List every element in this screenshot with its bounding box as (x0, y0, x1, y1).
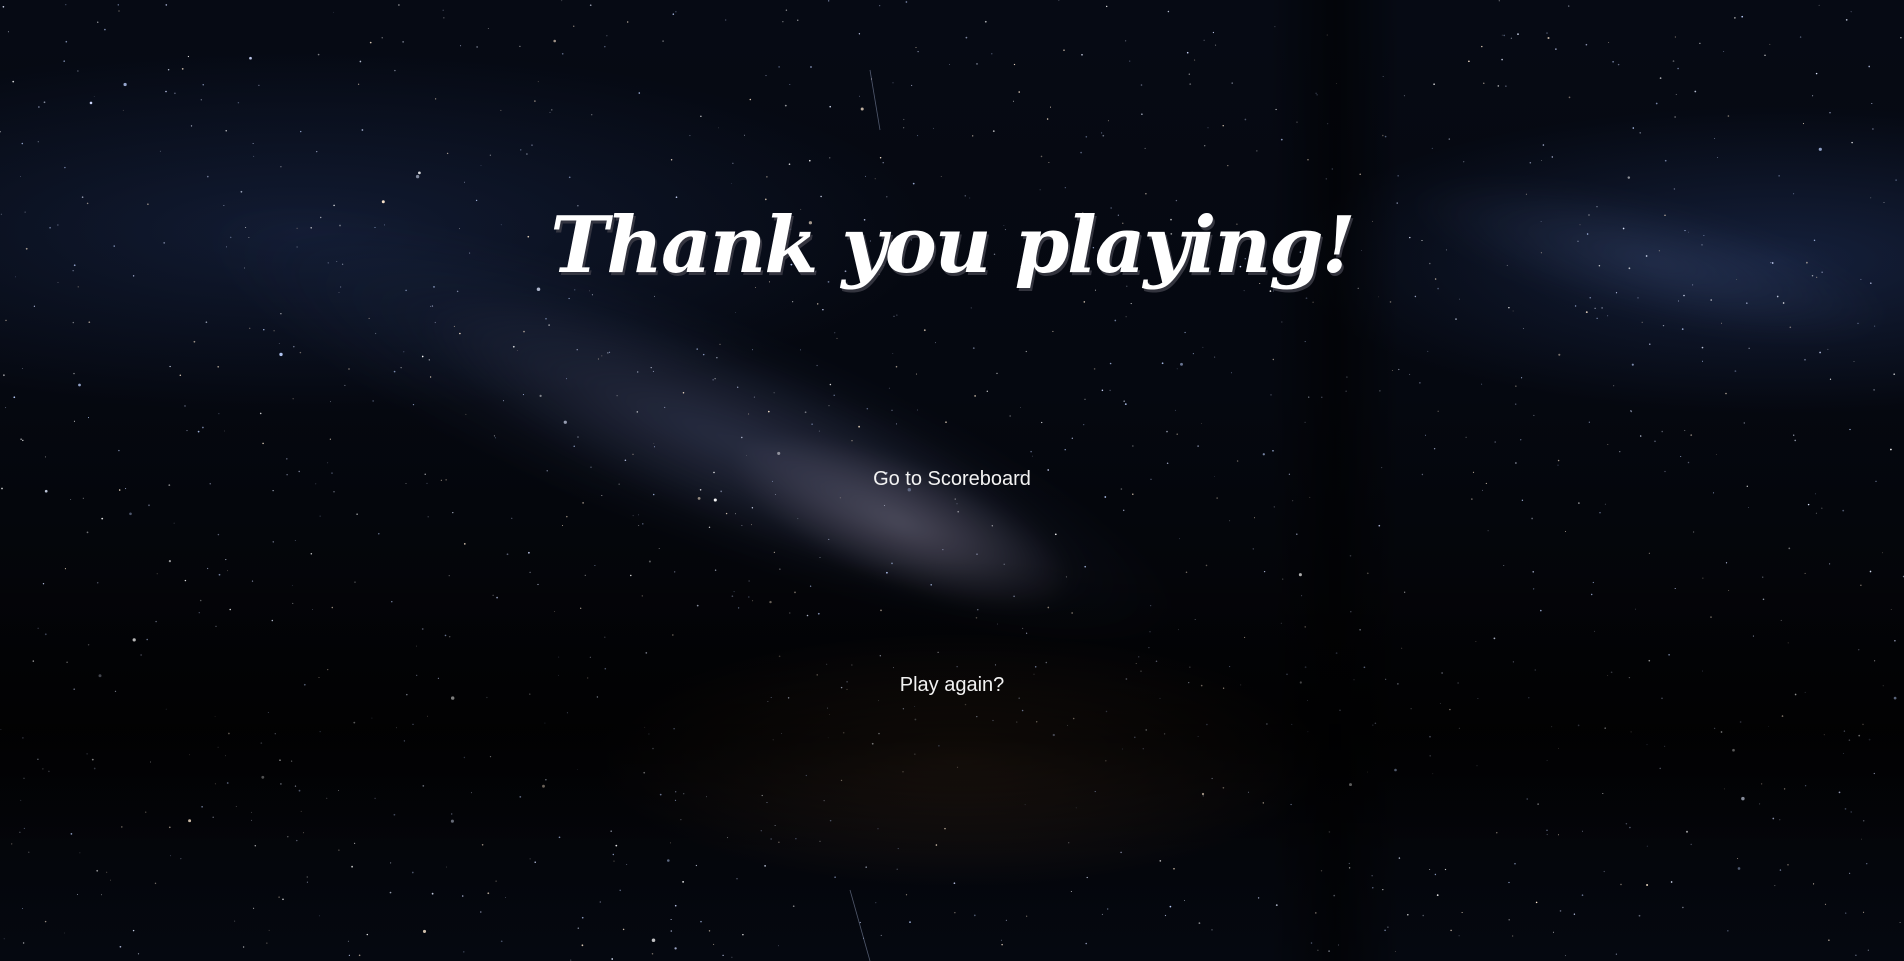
play-again-link-row: Play again? (0, 670, 1904, 701)
horizon-shadow (0, 560, 1904, 860)
play-again-link[interactable]: Play again? (892, 670, 1013, 701)
scoreboard-link-row: Go to Scoreboard (0, 464, 1904, 495)
page-title: Thank you playing! (550, 200, 1356, 291)
starfield-background: Thank you playing! Go to Scoreboard Play… (0, 0, 1904, 961)
go-to-scoreboard-link[interactable]: Go to Scoreboard (865, 464, 1039, 495)
